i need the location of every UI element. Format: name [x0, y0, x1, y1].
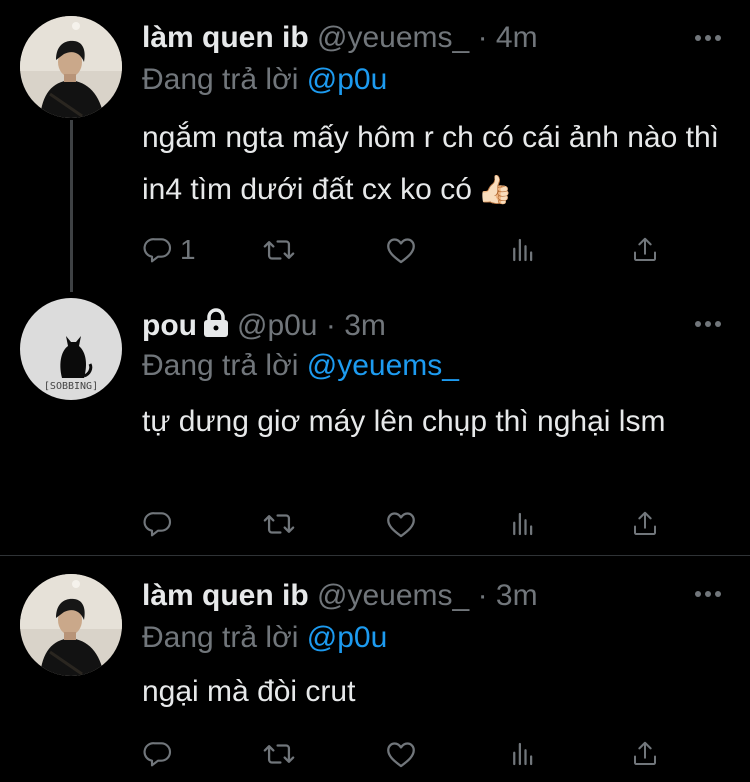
lock-icon [203, 308, 228, 337]
reply-icon [142, 738, 174, 770]
replying-to: Đang trả lời @yeuems_ [142, 346, 459, 386]
tweet-header: pou @p0u · 3m [142, 306, 690, 346]
display-name[interactable]: pou [142, 309, 197, 342]
user-handle[interactable]: @p0u [237, 309, 318, 342]
tweet-text: ngắm ngta mấy hôm r ch có cái ảnh nào th… [142, 112, 722, 216]
reply-button[interactable] [142, 736, 180, 772]
mention-link[interactable]: @yeuems_ [307, 349, 459, 382]
retweet-button[interactable] [262, 736, 296, 772]
analytics-icon [508, 509, 538, 539]
timestamp[interactable]: 4m [496, 21, 538, 54]
separator-dot: · [325, 309, 336, 342]
tweet-3[interactable]: làm quen ib @yeuems_ · 3m Đang trả lời @… [0, 556, 750, 782]
share-button[interactable] [630, 736, 660, 772]
tweet-text-content: ngắm ngta mấy hôm r ch có cái ảnh nào th… [142, 121, 719, 206]
retweet-icon [262, 507, 296, 541]
like-button[interactable] [384, 736, 418, 772]
like-button[interactable] [384, 506, 418, 542]
mention-link[interactable]: @p0u [307, 63, 388, 96]
share-button[interactable] [630, 506, 660, 542]
avatar[interactable] [20, 574, 122, 676]
retweet-icon [262, 233, 296, 267]
analytics-icon [508, 235, 538, 265]
timestamp[interactable]: 3m [344, 309, 386, 342]
analytics-button[interactable] [508, 506, 538, 542]
share-icon [630, 509, 660, 539]
display-name[interactable]: làm quen ib [142, 579, 309, 612]
heart-icon [384, 737, 418, 771]
retweet-button[interactable] [262, 506, 296, 542]
like-button[interactable] [384, 232, 418, 268]
avatar[interactable] [20, 16, 122, 118]
tweet-header: làm quen ib @yeuems_ · 4m [142, 18, 690, 58]
more-icon[interactable] [694, 590, 722, 598]
reply-icon [142, 234, 174, 266]
tweet-2[interactable]: [SOBBING] pou @p0u · 3m Đang trả lời @yeu… [0, 290, 750, 554]
analytics-button[interactable] [508, 736, 538, 772]
reply-count: 1 [180, 234, 196, 265]
avatar-caption: [SOBBING] [43, 381, 99, 392]
separator-dot: · [477, 579, 488, 612]
tweet-header: làm quen ib @yeuems_ · 3m [142, 576, 690, 616]
tweet-1[interactable]: làm quen ib @yeuems_ · 4m Đang trả lời @… [0, 0, 750, 290]
replying-to-label: Đang trả lời [142, 349, 299, 382]
share-icon [630, 739, 660, 769]
separator-dot: · [477, 21, 488, 54]
reply-button[interactable]: 1 [142, 232, 196, 268]
retweet-button[interactable] [262, 232, 296, 268]
user-handle[interactable]: @yeuems_ [317, 579, 469, 612]
share-button[interactable] [630, 232, 660, 268]
timestamp[interactable]: 3m [496, 579, 538, 612]
mention-link[interactable]: @p0u [307, 621, 388, 654]
analytics-icon [508, 739, 538, 769]
reply-button[interactable] [142, 506, 180, 542]
heart-icon [384, 507, 418, 541]
heart-icon [384, 233, 418, 267]
replying-to: Đang trả lời @p0u [142, 618, 387, 658]
replying-to: Đang trả lời @p0u [142, 60, 387, 100]
thumbs-up-emoji: 👍🏻 [477, 174, 513, 205]
tweet-text: tự dưng giơ máy lên chụp thì nghại lsm [142, 405, 666, 438]
avatar[interactable]: [SOBBING] [20, 298, 122, 400]
reply-icon [142, 508, 174, 540]
display-name[interactable]: làm quen ib [142, 21, 309, 54]
analytics-button[interactable] [508, 232, 538, 268]
retweet-icon [262, 737, 296, 771]
more-icon[interactable] [694, 34, 722, 42]
replying-to-label: Đang trả lời [142, 621, 299, 654]
user-handle[interactable]: @yeuems_ [317, 21, 469, 54]
tweet-text: ngại mà đòi crut [142, 675, 356, 708]
more-icon[interactable] [694, 320, 722, 328]
replying-to-label: Đang trả lời [142, 63, 299, 96]
share-icon [630, 235, 660, 265]
